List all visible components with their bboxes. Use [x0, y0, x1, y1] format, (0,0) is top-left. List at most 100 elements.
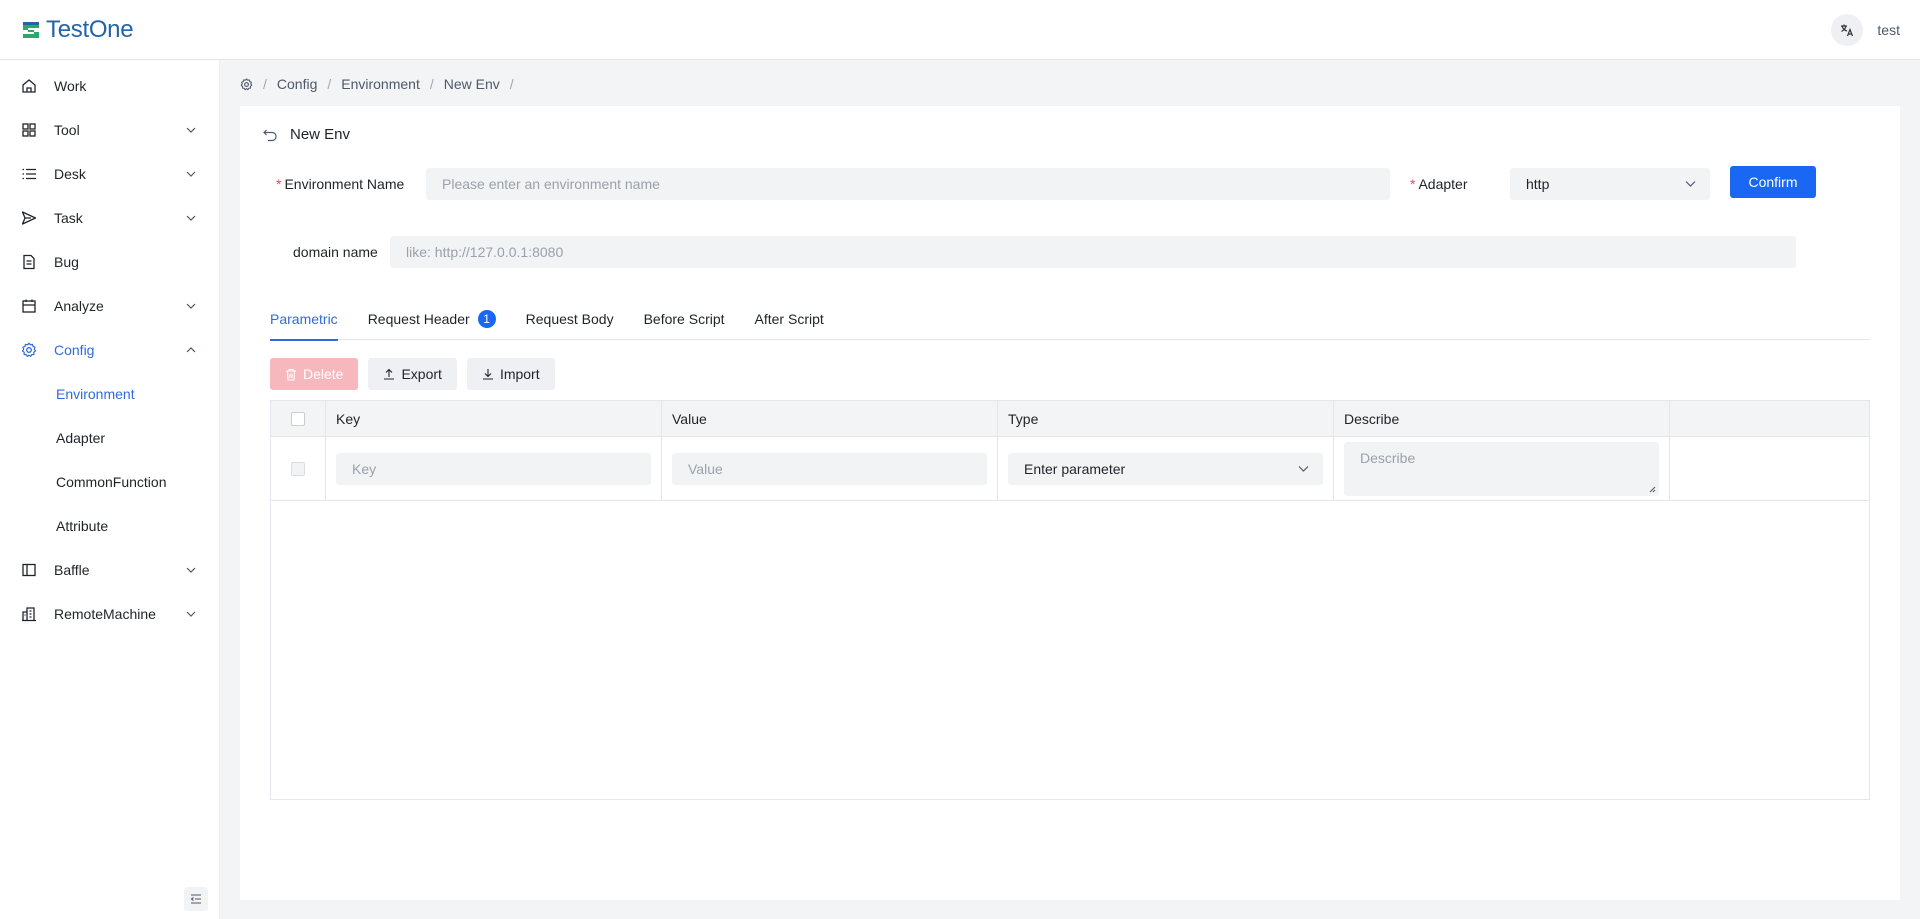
row-select-cell: [271, 437, 326, 500]
sidebar-collapse-button[interactable]: [184, 887, 208, 911]
page-title-row: New Env: [262, 126, 350, 143]
select-all-checkbox[interactable]: [291, 411, 305, 426]
breadcrumb-separator: /: [429, 76, 434, 92]
breadcrumb-new-env: New Env: [443, 76, 500, 92]
param-tabs: Parametric Request Header 1 Request Body…: [270, 304, 1870, 341]
main-card: New Env * Environment Name Please enter a…: [240, 106, 1900, 900]
import-button[interactable]: Import: [466, 358, 555, 390]
confirm-button[interactable]: Confirm: [1730, 166, 1816, 198]
table-header: Key Value Type Describe: [271, 401, 1869, 437]
params-table: Key Value Type Describe Key Value Enter …: [270, 400, 1870, 800]
calendar-icon: [20, 297, 38, 315]
tab-parametric[interactable]: Parametric: [270, 304, 338, 341]
chevron-down-icon: [185, 124, 197, 136]
sidebar-item-work[interactable]: Work: [0, 64, 219, 108]
chevron-down-icon: [185, 564, 197, 576]
breadcrumb-config[interactable]: Config: [277, 76, 317, 92]
breadcrumb-separator: /: [327, 76, 332, 92]
type-cell: Enter parameter: [998, 437, 1334, 500]
sidebar-panel-icon: [20, 561, 38, 579]
key-cell: Key: [326, 437, 662, 500]
column-header-value: Value: [662, 401, 998, 436]
count-badge: 1: [477, 310, 496, 328]
sidebar-subitem-attribute[interactable]: Attribute: [0, 504, 219, 548]
app-logo[interactable]: TestOne: [20, 15, 134, 44]
describe-cell: Describe: [1334, 437, 1670, 500]
sidebar-item-label: Baffle: [54, 562, 90, 578]
sidebar-item-label: Analyze: [54, 298, 104, 314]
column-header-type: Type: [998, 401, 1334, 436]
sidebar-item-tool[interactable]: Tool: [0, 108, 219, 152]
key-input[interactable]: Key: [336, 452, 651, 485]
describe-textarea[interactable]: Describe: [1344, 441, 1659, 496]
tab-after-script[interactable]: After Script: [755, 304, 824, 340]
collapse-menu-icon: [190, 894, 201, 904]
settings-icon[interactable]: [240, 77, 253, 91]
environment-name-input[interactable]: Please enter an environment name: [426, 168, 1390, 200]
language-toggle-button[interactable]: [1831, 13, 1864, 46]
domain-name-input[interactable]: like: http://127.0.0.1:8080: [390, 236, 1796, 268]
sidebar-item-label: Task: [54, 210, 83, 226]
delete-button[interactable]: Delete: [270, 358, 359, 390]
sidebar-item-remotemachine[interactable]: RemoteMachine: [0, 592, 219, 636]
tab-request-header[interactable]: Request Header 1: [368, 304, 496, 340]
app-name: TestOne: [46, 15, 134, 43]
sidebar-subitem-environment[interactable]: Environment: [0, 372, 219, 416]
grid-icon: [20, 121, 38, 139]
adapter-select[interactable]: http: [1510, 168, 1710, 200]
sidebar-item-analyze[interactable]: Analyze: [0, 284, 219, 328]
tab-request-body[interactable]: Request Body: [526, 304, 614, 340]
sidebar-item-baffle[interactable]: Baffle: [0, 548, 219, 592]
breadcrumb-environment[interactable]: Environment: [341, 76, 420, 92]
required-mark: *: [276, 176, 282, 192]
breadcrumb: / Config / Environment / New Env /: [240, 74, 514, 94]
testone-logo-icon: [23, 21, 39, 38]
send-icon: [20, 209, 38, 227]
home-icon: [20, 77, 38, 95]
select-all-cell: [271, 401, 326, 436]
trash-icon: [286, 368, 296, 381]
list-icon: [20, 165, 38, 183]
row-checkbox[interactable]: [291, 461, 305, 476]
chevron-down-icon: [185, 168, 197, 180]
input-placeholder: Please enter an environment name: [442, 176, 660, 192]
tab-before-script[interactable]: Before Script: [644, 304, 725, 340]
upload-icon: [384, 368, 395, 380]
chevron-up-icon: [185, 344, 197, 356]
column-header-describe: Describe: [1334, 401, 1670, 436]
chevron-down-icon: [185, 212, 197, 224]
sidebar-item-task[interactable]: Task: [0, 196, 219, 240]
download-icon: [482, 369, 493, 380]
document-icon: [20, 253, 38, 271]
table-toolbar: Delete Export Import: [270, 358, 555, 390]
required-mark: *: [1410, 176, 1416, 192]
breadcrumb-separator: /: [263, 76, 267, 92]
sidebar-item-bug[interactable]: Bug: [0, 240, 219, 284]
page-title: New Env: [290, 126, 351, 143]
value-input[interactable]: Value: [672, 452, 987, 485]
type-select[interactable]: Enter parameter: [1008, 452, 1323, 485]
translate-icon: [1841, 24, 1854, 36]
sidebar-item-config[interactable]: Config: [0, 328, 219, 372]
sidebar-item-label: RemoteMachine: [54, 606, 156, 622]
adapter-selected-value: http: [1526, 176, 1550, 192]
resize-handle-icon[interactable]: [1648, 485, 1656, 493]
back-icon[interactable]: [262, 127, 278, 143]
column-header-actions: [1670, 401, 1869, 436]
chevron-down-icon: [1685, 181, 1696, 188]
actions-cell: [1670, 437, 1869, 500]
sidebar-subitem-adapter[interactable]: Adapter: [0, 416, 219, 460]
sidebar-item-label: Config: [54, 342, 95, 358]
export-button[interactable]: Export: [368, 358, 457, 390]
sidebar-subitem-commonfunction[interactable]: CommonFunction: [0, 460, 219, 504]
chevron-down-icon: [185, 300, 197, 312]
breadcrumb-separator: /: [509, 76, 514, 92]
sidebar-item-desk[interactable]: Desk: [0, 152, 219, 196]
chevron-down-icon: [185, 608, 197, 620]
top-header: TestOne test: [0, 0, 1920, 60]
sidebar-item-label: Work: [54, 78, 87, 94]
user-menu[interactable]: test: [1877, 22, 1900, 38]
value-cell: Value: [662, 437, 998, 500]
gear-icon: [20, 341, 38, 359]
environment-name-label: * Environment Name: [276, 176, 405, 192]
